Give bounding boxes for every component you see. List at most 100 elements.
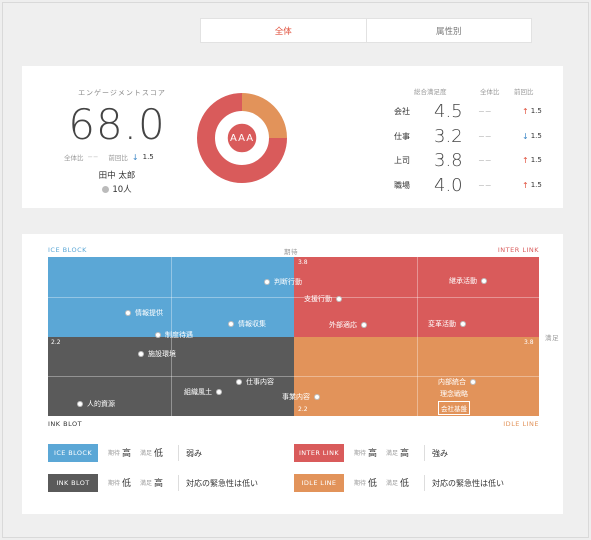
legend-chip-ink-blot: INK BLOT <box>48 474 98 492</box>
arrow-down-icon: ↓ <box>131 152 139 162</box>
point-label: 変革活動 <box>428 320 456 328</box>
plot-point[interactable]: 支援行動 <box>304 294 342 304</box>
legend-chip-idle-line: IDLE LINE <box>294 474 344 492</box>
metric-row-job: 仕事 3.2 −− ↓ 1.5 <box>394 125 554 147</box>
plot-point[interactable]: 内部統合 <box>438 377 476 387</box>
point-label: 内部統合 <box>438 378 466 386</box>
metric-name: 職場 <box>394 180 410 190</box>
plot-point[interactable]: 継承活動 <box>449 276 487 286</box>
plot-point[interactable]: 仕事内容 <box>236 377 274 387</box>
point-label: 継承活動 <box>449 277 477 285</box>
legend-satisfy-value: 高 <box>154 479 164 489</box>
plot-point[interactable]: 情報提供 <box>125 308 163 318</box>
plot-point[interactable]: 事業内容 <box>282 392 320 402</box>
score-comparison: 全体比 −− 前回比 ↓ 1.5 <box>64 152 154 163</box>
metric-name: 会社 <box>394 106 410 116</box>
head-prev: 前回比 <box>514 88 534 96</box>
metric-name: 上司 <box>394 155 410 165</box>
score-value: 68.0 <box>68 100 166 149</box>
metric-delta: ↓ 1.5 <box>522 132 542 141</box>
point-label: 支援行動 <box>304 295 332 303</box>
legend-satisfy-label: 満足 <box>140 450 153 457</box>
head-overall: 全体比 <box>480 88 500 96</box>
metric-row-workplace: 職場 4.0 −− ↑ 1.5 <box>394 174 554 196</box>
point-label: 仕事内容 <box>246 378 274 386</box>
corner-ice-block: ICE BLOCK <box>48 246 87 254</box>
legend-satisfy-label: 満足 <box>386 450 399 457</box>
legend-meta: 期待高 満足高 <box>354 446 416 459</box>
legend-expect-label: 期待 <box>108 480 121 487</box>
metric-value: 4.0 <box>434 174 463 196</box>
plot-point[interactable]: 情報収集 <box>228 319 266 329</box>
point-label: 情報収集 <box>238 320 266 328</box>
axis-num-left: 2.2 <box>51 339 61 346</box>
plot-point[interactable]: 判断行動 <box>264 277 302 287</box>
legend-meta: 期待低 満足低 <box>354 476 416 489</box>
metric-delta: ↑ 1.5 <box>522 107 542 116</box>
metric-delta-value: 1.5 <box>530 156 542 164</box>
tab-by-attribute[interactable]: 属性別 <box>367 19 532 42</box>
plot-point[interactable]: 施設環境 <box>138 349 176 359</box>
legend-expect-label: 期待 <box>354 450 367 457</box>
rank-donut: AAA <box>194 90 290 186</box>
axis-num-right: 3.8 <box>524 339 534 346</box>
plot-point[interactable]: 人的資源 <box>77 399 115 409</box>
legend-chip-inter-link: INTER LINK <box>294 444 344 462</box>
point-dot <box>460 321 466 327</box>
prev-label: 前回比 <box>108 154 128 162</box>
metric-row-boss: 上司 3.8 −− ↑ 1.5 <box>394 150 554 171</box>
legend-meta: 期待低 満足高 <box>108 476 170 489</box>
metric-overall: −− <box>478 131 492 141</box>
point-dot <box>216 389 222 395</box>
arrow-up-icon: ↑ <box>522 155 529 165</box>
legend-divider <box>424 445 425 461</box>
point-label: 人的資源 <box>87 400 115 408</box>
legend-expect-value: 高 <box>368 449 378 459</box>
rank-label: AAA <box>229 132 255 144</box>
metric-overall: −− <box>478 106 492 116</box>
plot-point[interactable]: 変革活動 <box>428 319 466 329</box>
overall-value: −− <box>87 153 99 161</box>
score-title: エンゲージメントスコア <box>78 89 166 97</box>
point-label: 制度待遇 <box>165 331 193 339</box>
point-dot <box>336 296 342 302</box>
corner-idle-line: IDLE LINE <box>503 420 539 428</box>
head-satisfaction: 総合満足度 <box>414 88 447 96</box>
tab-bar: 全体 属性別 <box>200 18 532 43</box>
member-count-value: 10人 <box>112 185 132 195</box>
plot-point[interactable]: 外部適応 <box>329 320 367 330</box>
point-label: 施設環境 <box>148 350 176 358</box>
point-label: 情報提供 <box>135 309 163 317</box>
point-dot <box>228 321 234 327</box>
tab-all[interactable]: 全体 <box>201 19 367 42</box>
point-dot <box>481 278 487 284</box>
matrix-card: ICE BLOCK 期待 INTER LINK 満足 INK BLOT IDLE… <box>22 234 563 514</box>
metric-overall: −− <box>478 180 492 190</box>
person-name: 田中 太郎 <box>98 171 136 181</box>
legend-satisfy-value: 低 <box>154 449 164 459</box>
point-dot <box>77 401 83 407</box>
metric-overall: −− <box>478 155 492 165</box>
metric-value: 3.2 <box>434 125 463 147</box>
grid-line <box>48 297 539 298</box>
point-label: 判断行動 <box>274 278 302 286</box>
legend-desc: 弱み <box>186 449 202 458</box>
metric-row-company: 会社 4.5 −− ↑ 1.5 <box>394 101 554 122</box>
plot-point[interactable]: 組織風土 <box>184 387 222 397</box>
metric-delta: ↑ 1.5 <box>522 156 542 165</box>
point-label: 組織風土 <box>184 388 212 396</box>
plot-point[interactable]: 制度待遇 <box>155 330 193 340</box>
point-dot <box>314 394 320 400</box>
metric-delta: ↑ 1.5 <box>522 181 542 190</box>
metric-delta-value: 1.5 <box>530 181 542 189</box>
legend-desc: 強み <box>432 449 448 458</box>
legend-satisfy-value: 高 <box>400 449 410 459</box>
metric-name: 仕事 <box>394 131 410 141</box>
legend-expect-label: 期待 <box>108 450 121 457</box>
point-tag[interactable]: 会社基盤 <box>438 401 470 415</box>
arrow-up-icon: ↑ <box>522 106 529 116</box>
legend-satisfy-label: 満足 <box>386 480 399 487</box>
point-dot <box>264 279 270 285</box>
metric-delta-value: 1.5 <box>530 132 542 140</box>
person-icon <box>102 186 110 193</box>
